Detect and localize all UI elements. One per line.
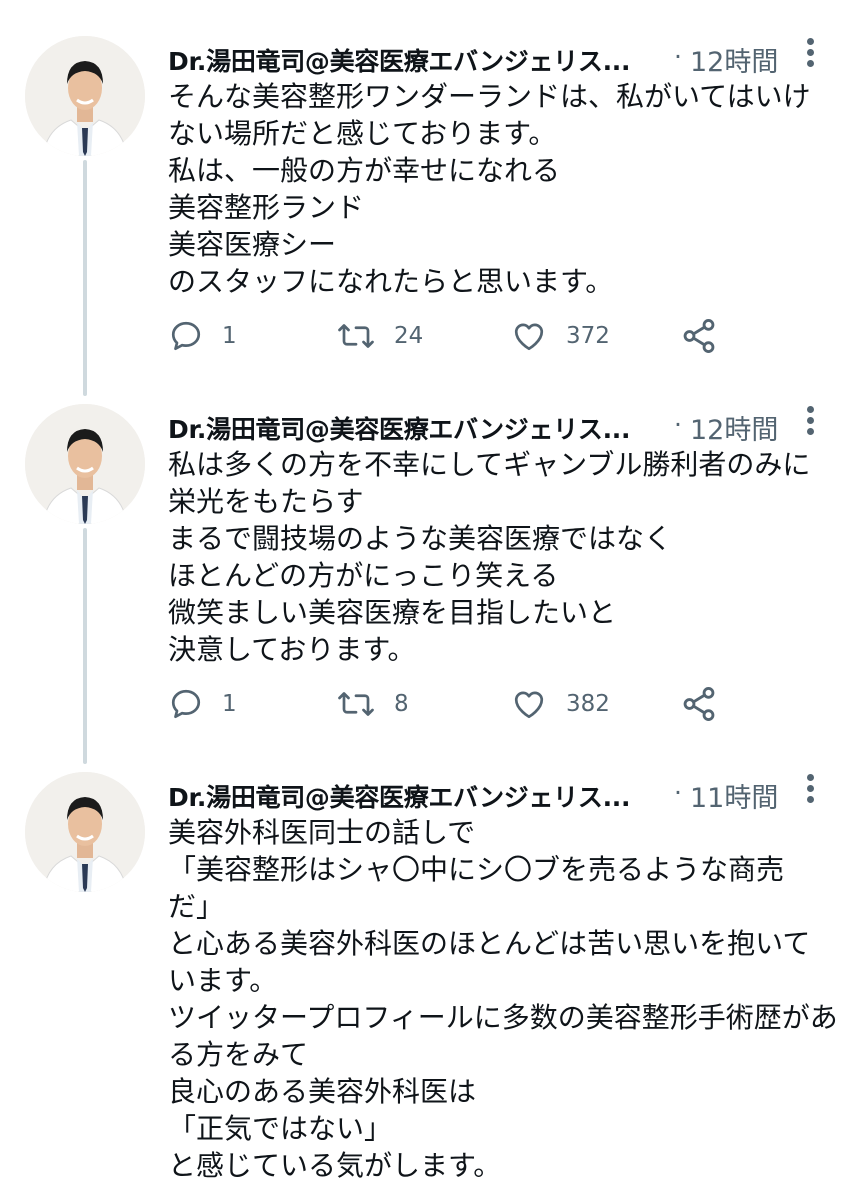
timestamp[interactable]: 12時間 <box>690 408 778 447</box>
tweet-text-line: だ」 <box>168 890 225 923</box>
tweet-header: Dr.湯田竜司@美容医療エバンジェリス... · 12時間 <box>168 406 828 446</box>
tweet-actions: 1 24 372 <box>168 316 728 356</box>
timestamp[interactable]: 12時間 <box>690 40 778 79</box>
tweet-text-line: ない場所だと感じております。 <box>168 117 557 150</box>
reply-count: 1 <box>222 323 237 349</box>
tweet-text-line: 決意しております。 <box>168 633 416 666</box>
share-icon <box>683 687 715 721</box>
tweet-text: 私は多くの方を不幸にしてギャンブル勝利者のみに 栄光をもたらす まるで闘技場のよ… <box>168 446 838 668</box>
like-button[interactable]: 372 <box>510 316 610 356</box>
reply-button[interactable]: 1 <box>168 684 237 724</box>
reply-button[interactable]: 1 <box>168 316 237 356</box>
heart-icon <box>514 323 544 351</box>
tweet-text-line: 「美容整形はシャ〇中にシ〇ブを売るような商売 <box>168 853 785 886</box>
tweet[interactable]: Dr.湯田竜司@美容医療エバンジェリス... · 12時間 そんな美容整形ワンダ… <box>0 36 852 376</box>
share-button[interactable] <box>680 316 718 356</box>
tweet-text-line: まるで闘技場のような美容医療ではなく <box>168 522 673 555</box>
tweet-text-line: ツイッタープロフィールに多数の美容整形手術歴があ <box>168 1001 838 1034</box>
tweet[interactable]: Dr.湯田竜司@美容医療エバンジェリス... · 11時間 美容外科医同士の話し… <box>0 772 852 1192</box>
reply-icon <box>171 321 201 351</box>
tweet-text-line: 私は、一般の方が幸せになれる <box>168 154 561 187</box>
reply-count: 1 <box>222 691 237 717</box>
tweet-text-line: 栄光をもたらす <box>168 485 364 518</box>
retweet-count: 24 <box>394 323 424 349</box>
share-button[interactable] <box>680 684 718 724</box>
tweet-text: そんな美容整形ワンダーランドは、私がいてはいけ ない場所だと感じております。 私… <box>168 78 838 300</box>
tweet[interactable]: Dr.湯田竜司@美容医療エバンジェリス... · 12時間 私は多くの方を不幸に… <box>0 404 852 744</box>
like-button[interactable]: 382 <box>510 684 610 724</box>
author-name[interactable]: Dr.湯田竜司@美容医療エバンジェリス... <box>168 778 630 814</box>
tweet-text-line: る方をみて <box>168 1038 309 1071</box>
author-name[interactable]: Dr.湯田竜司@美容医療エバンジェリス... <box>168 410 630 446</box>
separator-dot: · <box>674 42 682 71</box>
tweet-text-line: 私は多くの方を不幸にしてギャンブル勝利者のみに <box>168 448 811 481</box>
tweet-text-line: 美容整形ランド <box>168 191 365 224</box>
tweet-text-line: と感じている気がします。 <box>168 1149 502 1182</box>
avatar[interactable] <box>25 36 145 156</box>
retweet-count: 8 <box>394 691 409 717</box>
like-count: 372 <box>566 323 610 349</box>
reply-icon <box>171 689 201 719</box>
tweet-text-line: 良心のある美容外科医は <box>168 1075 477 1108</box>
tweet-text-line: います。 <box>168 964 278 997</box>
separator-dot: · <box>674 410 682 439</box>
tweet-header: Dr.湯田竜司@美容医療エバンジェリス... · 12時間 <box>168 38 828 78</box>
tweet-text-line: 美容医療シー <box>168 228 337 261</box>
more-icon[interactable] <box>804 406 816 442</box>
retweet-icon <box>338 324 374 348</box>
more-icon[interactable] <box>804 774 816 810</box>
tweet-text-line: そんな美容整形ワンダーランドは、私がいてはいけ <box>168 80 811 113</box>
author-name[interactable]: Dr.湯田竜司@美容医療エバンジェリス... <box>168 42 630 78</box>
retweet-button[interactable]: 24 <box>336 316 423 356</box>
timestamp[interactable]: 11時間 <box>690 776 778 815</box>
tweet-text-line: 微笑ましい美容医療を目指したいと <box>168 596 617 629</box>
heart-icon <box>514 691 544 719</box>
tweet-text-line: と心ある美容外科医のほとんどは苦い思いを抱いて <box>168 927 811 960</box>
tweet-text: 美容外科医同士の話しで 「美容整形はシャ〇中にシ〇ブを売るような商売 だ」 と心… <box>168 814 838 1184</box>
retweet-button[interactable]: 8 <box>336 684 409 724</box>
more-icon[interactable] <box>804 38 816 74</box>
separator-dot: · <box>674 778 682 807</box>
retweet-icon <box>338 692 374 716</box>
tweet-text-line: ほとんどの方がにっこり笑える <box>168 559 559 592</box>
tweet-header: Dr.湯田竜司@美容医療エバンジェリス... · 11時間 <box>168 774 828 814</box>
tweet-text-line: のスタッフになれたらと思います。 <box>168 265 614 298</box>
like-count: 382 <box>566 691 610 717</box>
share-icon <box>683 319 715 353</box>
tweet-text-line: 美容外科医同士の話しで <box>168 816 476 849</box>
avatar[interactable] <box>25 772 145 892</box>
tweet-text-line: 「正気ではない」 <box>168 1112 393 1145</box>
avatar[interactable] <box>25 404 145 524</box>
tweet-actions: 1 8 382 <box>168 684 728 724</box>
